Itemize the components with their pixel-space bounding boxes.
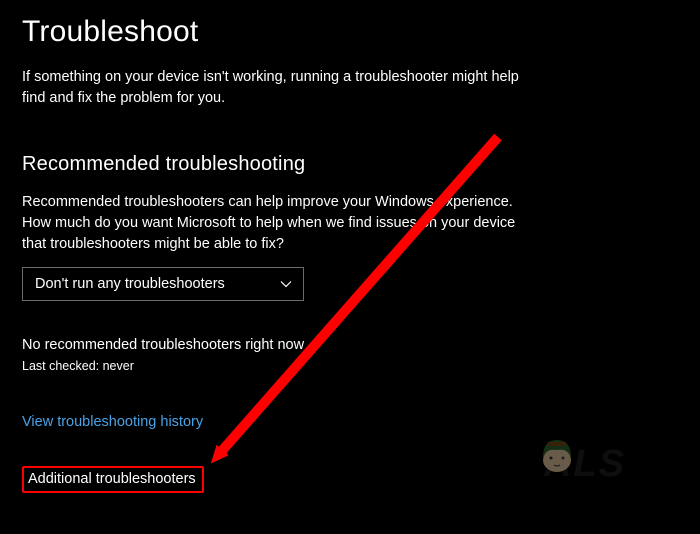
recommended-description: Recommended troubleshooters can help imp… bbox=[22, 192, 542, 255]
last-checked-label: Last checked: never bbox=[22, 359, 678, 373]
annotation-highlight-box: Additional troubleshooters bbox=[22, 466, 204, 493]
troubleshoot-preference-dropdown[interactable]: Don't run any troubleshooters bbox=[22, 267, 304, 301]
page-title: Troubleshoot bbox=[22, 15, 678, 49]
recommended-status: No recommended troubleshooters right now bbox=[22, 337, 678, 353]
chevron-down-icon bbox=[279, 277, 293, 291]
intro-text: If something on your device isn't workin… bbox=[22, 67, 542, 109]
view-history-link[interactable]: View troubleshooting history bbox=[22, 414, 203, 430]
additional-troubleshooters-link[interactable]: Additional troubleshooters bbox=[24, 468, 202, 491]
dropdown-selected-label: Don't run any troubleshooters bbox=[35, 276, 225, 292]
section-heading-recommended: Recommended troubleshooting bbox=[22, 153, 678, 176]
